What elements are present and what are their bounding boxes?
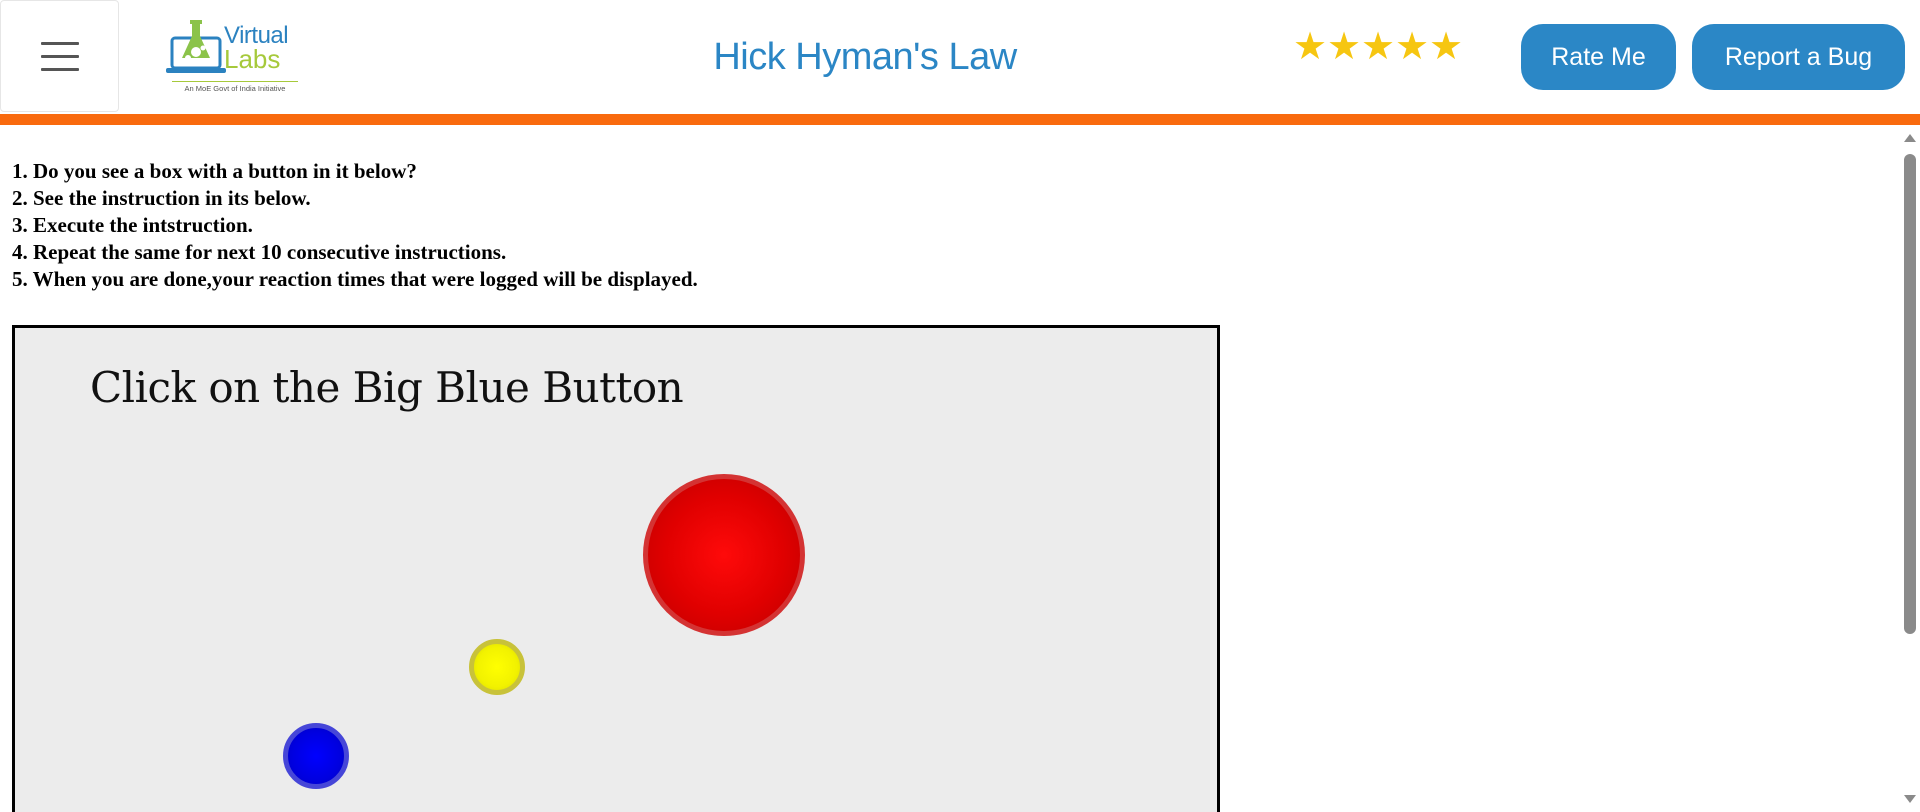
instruction-item: 4. Repeat the same for next 10 consecuti… xyxy=(12,240,507,264)
experiment-box: Click on the Big Blue Button xyxy=(12,325,1220,812)
main-content: 1. Do you see a box with a button in it … xyxy=(0,125,1900,812)
menu-icon-bar xyxy=(40,67,79,71)
header: Virtual Labs An MoE Govt of India Initia… xyxy=(0,0,1920,114)
logo-text-labs: Labs xyxy=(224,44,281,74)
rate-me-button[interactable]: Rate Me xyxy=(1521,24,1676,90)
star-rating[interactable]: ★ ★ ★ ★ ★ xyxy=(1293,28,1463,66)
star-icon[interactable]: ★ xyxy=(1361,28,1395,66)
instructions-list: 1. Do you see a box with a button in it … xyxy=(12,158,698,293)
page-title: Hick Hyman's Law xyxy=(713,36,1017,78)
menu-icon-bar xyxy=(40,41,79,45)
virtual-labs-logo[interactable]: Virtual Labs An MoE Govt of India Initia… xyxy=(166,18,298,94)
instruction-item: 5. When you are done,your reaction times… xyxy=(12,267,698,291)
experiment-instruction: Click on the Big Blue Button xyxy=(90,363,684,412)
flask-laptop-icon xyxy=(166,20,226,73)
logo-tagline: An MoE Govt of India Initiative xyxy=(172,81,298,93)
star-icon[interactable]: ★ xyxy=(1327,28,1361,66)
instruction-item: 1. Do you see a box with a button in it … xyxy=(12,159,417,183)
header-divider-stripe xyxy=(0,114,1920,125)
blue-circle-button[interactable] xyxy=(283,723,349,789)
vertical-scrollbar[interactable] xyxy=(1900,125,1920,812)
menu-icon-bar xyxy=(40,54,79,58)
instruction-item: 2. See the instruction in its below. xyxy=(12,186,311,210)
star-icon[interactable]: ★ xyxy=(1293,28,1327,66)
yellow-circle-button[interactable] xyxy=(469,639,525,695)
scrollbar-thumb[interactable] xyxy=(1904,154,1916,634)
report-bug-button[interactable]: Report a Bug xyxy=(1692,24,1905,90)
logo-wordmark: Virtual Labs xyxy=(224,24,289,74)
hamburger-menu-button[interactable] xyxy=(0,0,119,112)
red-circle-button[interactable] xyxy=(643,474,805,636)
scroll-up-arrow-icon[interactable] xyxy=(1904,134,1916,142)
star-icon[interactable]: ★ xyxy=(1395,28,1429,66)
instruction-item: 3. Execute the intstruction. xyxy=(12,213,253,237)
star-icon[interactable]: ★ xyxy=(1429,28,1463,66)
scroll-down-arrow-icon[interactable] xyxy=(1904,795,1916,803)
